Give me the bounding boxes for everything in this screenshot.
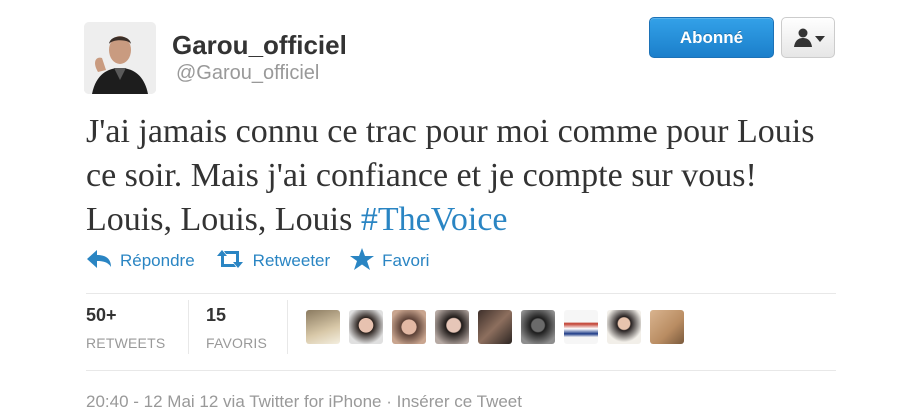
favorite-button[interactable]: Favori	[350, 247, 430, 275]
reply-icon	[86, 249, 120, 274]
reply-button[interactable]: Répondre	[86, 249, 195, 274]
user-handle[interactable]: @Garou_officiel	[176, 62, 319, 85]
star-icon	[350, 247, 382, 275]
user-avatar[interactable]	[564, 310, 598, 344]
user-avatar[interactable]	[392, 310, 426, 344]
user-avatar[interactable]	[521, 310, 555, 344]
reply-label: Répondre	[120, 251, 195, 270]
retweets-label: RETWEETS	[86, 335, 166, 351]
following-button[interactable]: Abonné	[649, 17, 774, 58]
favoriters-avatars	[306, 310, 693, 344]
retweets-stat[interactable]: 50+ RETWEETS	[86, 305, 165, 351]
user-avatar[interactable]	[349, 310, 383, 344]
stat-divider	[287, 300, 288, 354]
stat-divider	[188, 300, 189, 354]
separator: ·	[386, 392, 392, 411]
hashtag-link[interactable]: #TheVoice	[361, 201, 508, 238]
embed-tweet-link[interactable]: Insérer ce Tweet	[397, 392, 522, 411]
tweet-text: J'ai jamais connu ce trac pour moi comme…	[86, 110, 826, 242]
user-avatar[interactable]	[306, 310, 340, 344]
favorites-stat[interactable]: 15 FAVORIS	[206, 305, 267, 351]
timestamp-link[interactable]: 20:40 - 12 Mai 12	[86, 392, 218, 411]
source-text: via Twitter for iPhone	[223, 392, 382, 411]
tweet-metadata: 20:40 - 12 Mai 12 via Twitter for iPhone…	[86, 392, 522, 412]
display-name[interactable]: Garou_officiel	[172, 30, 347, 61]
user-avatar[interactable]	[607, 310, 641, 344]
retweet-icon	[215, 249, 253, 274]
chevron-down-icon	[815, 36, 825, 42]
user-icon	[793, 27, 813, 52]
user-avatar[interactable]	[435, 310, 469, 344]
retweet-button[interactable]: Retweeter	[215, 249, 330, 274]
user-actions-dropdown[interactable]	[781, 17, 835, 58]
favorites-label: FAVORIS	[206, 335, 268, 351]
divider	[86, 370, 836, 371]
user-avatar[interactable]	[650, 310, 684, 344]
favorites-count: 15	[206, 305, 227, 325]
retweet-label: Retweeter	[252, 251, 331, 270]
avatar[interactable]	[84, 22, 156, 94]
retweets-count: 50+	[86, 305, 117, 325]
divider	[86, 293, 836, 294]
favorite-label: Favori	[382, 251, 430, 270]
tweet-actions: Répondre Retweeter Favori	[86, 246, 449, 276]
user-avatar[interactable]	[478, 310, 512, 344]
